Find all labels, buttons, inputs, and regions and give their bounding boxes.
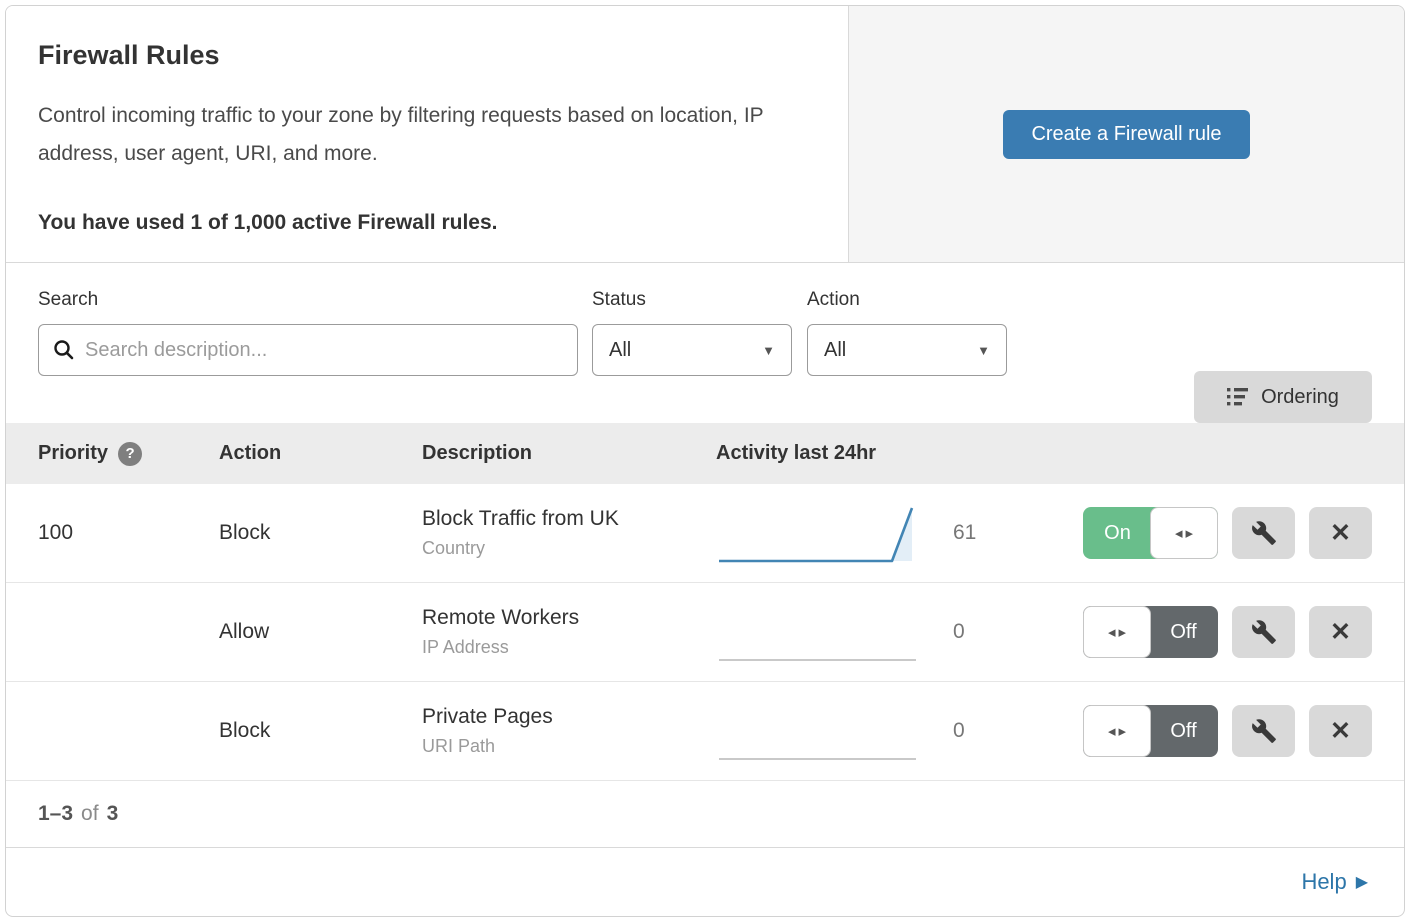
rule-match-type: IP Address <box>422 637 716 658</box>
rule-enabled-toggle[interactable]: ◂ ▸ Off <box>1083 606 1218 658</box>
search-label: Search <box>38 289 578 311</box>
close-icon: ✕ <box>1330 716 1351 746</box>
wrench-icon <box>1251 520 1277 546</box>
arrow-right-icon: ▶ <box>1356 872 1368 892</box>
activity-count: 0 <box>953 620 993 644</box>
page-description: Control incoming traffic to your zone by… <box>38 97 808 173</box>
table-row: 100 Block Block Traffic from UK Country … <box>6 484 1404 583</box>
action-value: All <box>824 339 846 362</box>
pagination-total: 3 <box>107 802 119 826</box>
column-priority: Priority ? <box>38 442 219 466</box>
edit-rule-button[interactable] <box>1232 507 1295 559</box>
delete-rule-button[interactable]: ✕ <box>1309 705 1372 757</box>
description-cell: Block Traffic from UK Country <box>422 507 716 559</box>
edit-rule-button[interactable] <box>1232 606 1295 658</box>
close-icon: ✕ <box>1330 617 1351 647</box>
header-action-panel: Create a Firewall rule <box>849 6 1404 262</box>
priority-help-icon[interactable]: ? <box>118 442 142 466</box>
delete-rule-button[interactable]: ✕ <box>1309 606 1372 658</box>
activity-cell: 0 <box>716 700 993 762</box>
help-link[interactable]: Help ▶ <box>1301 869 1368 895</box>
ordering-button[interactable]: Ordering <box>1194 371 1372 423</box>
action-cell: Block <box>219 521 422 545</box>
status-group: Status All ▼ <box>592 289 792 423</box>
ordered-list-icon <box>1227 387 1249 407</box>
action-group: Action All ▼ <box>807 289 1007 423</box>
priority-cell: 100 <box>38 521 219 545</box>
arrow-right-icon: ▸ <box>1186 526 1194 541</box>
close-icon: ✕ <box>1330 518 1351 548</box>
activity-count: 0 <box>953 719 993 743</box>
help-link-label: Help <box>1301 869 1346 895</box>
arrow-left-icon: ◂ <box>1108 724 1116 739</box>
chevron-down-icon: ▼ <box>762 343 775 358</box>
description-cell: Remote Workers IP Address <box>422 606 716 658</box>
rule-description: Private Pages <box>422 705 716 729</box>
toggle-handle[interactable]: ◂ ▸ <box>1150 507 1218 559</box>
rule-description: Remote Workers <box>422 606 716 630</box>
wrench-icon <box>1251 619 1277 645</box>
column-activity: Activity last 24hr <box>716 442 876 465</box>
header-section: Firewall Rules Control incoming traffic … <box>6 6 1404 263</box>
activity-sparkline <box>716 502 921 564</box>
toggle-handle[interactable]: ◂ ▸ <box>1083 705 1151 757</box>
rule-enabled-toggle[interactable]: On ◂ ▸ <box>1083 507 1218 559</box>
activity-sparkline <box>716 601 921 663</box>
activity-count: 61 <box>953 521 993 545</box>
pagination-range: 1–3 <box>38 802 73 826</box>
rule-match-type: URI Path <box>422 736 716 757</box>
chevron-down-icon: ▼ <box>977 343 990 358</box>
toggle-state-label: Off <box>1149 705 1218 757</box>
pagination-bar: 1–3 of 3 <box>6 781 1404 848</box>
action-select[interactable]: All ▼ <box>807 324 1007 376</box>
page-title: Firewall Rules <box>38 40 808 71</box>
column-action: Action <box>219 442 422 465</box>
usage-note: You have used 1 of 1,000 active Firewall… <box>38 211 808 235</box>
toggle-state-label: Off <box>1149 606 1218 658</box>
status-label: Status <box>592 289 792 311</box>
rule-description: Block Traffic from UK <box>422 507 716 531</box>
toggle-state-label: On <box>1083 507 1152 559</box>
pagination-of-label: of <box>81 802 99 826</box>
activity-cell: 0 <box>716 601 993 663</box>
ordering-button-label: Ordering <box>1261 386 1339 409</box>
search-icon <box>53 339 75 361</box>
ordering-wrap: Ordering <box>1194 289 1372 423</box>
column-description: Description <box>422 442 716 465</box>
arrow-left-icon: ◂ <box>1108 625 1116 640</box>
arrow-right-icon: ▸ <box>1119 724 1127 739</box>
action-label: Action <box>807 289 1007 311</box>
row-controls: On ◂ ▸ ✕ <box>1083 507 1372 559</box>
rule-match-type: Country <box>422 538 716 559</box>
table-row: Block Private Pages URI Path 0 ◂ ▸ Off <box>6 682 1404 781</box>
table-row: Allow Remote Workers IP Address 0 ◂ ▸ Of… <box>6 583 1404 682</box>
help-bar: Help ▶ <box>6 848 1404 916</box>
activity-sparkline <box>716 700 921 762</box>
action-cell: Block <box>219 719 422 743</box>
search-box <box>38 324 578 376</box>
status-value: All <box>609 339 631 362</box>
status-select[interactable]: All ▼ <box>592 324 792 376</box>
table-header: Priority ? Action Description Activity l… <box>6 423 1404 484</box>
delete-rule-button[interactable]: ✕ <box>1309 507 1372 559</box>
wrench-icon <box>1251 718 1277 744</box>
create-firewall-rule-button[interactable]: Create a Firewall rule <box>1003 110 1249 159</box>
row-controls: ◂ ▸ Off ✕ <box>1083 606 1372 658</box>
filter-bar: Search Status All ▼ Action All ▼ <box>6 263 1404 423</box>
edit-rule-button[interactable] <box>1232 705 1295 757</box>
toggle-handle[interactable]: ◂ ▸ <box>1083 606 1151 658</box>
rule-enabled-toggle[interactable]: ◂ ▸ Off <box>1083 705 1218 757</box>
search-input[interactable] <box>85 339 563 362</box>
row-controls: ◂ ▸ Off ✕ <box>1083 705 1372 757</box>
arrow-right-icon: ▸ <box>1119 625 1127 640</box>
header-text-panel: Firewall Rules Control incoming traffic … <box>6 6 849 262</box>
column-priority-label: Priority <box>38 442 108 465</box>
firewall-rules-card: Firewall Rules Control incoming traffic … <box>5 5 1405 917</box>
arrow-left-icon: ◂ <box>1175 526 1183 541</box>
search-group: Search <box>38 289 578 423</box>
action-cell: Allow <box>219 620 422 644</box>
description-cell: Private Pages URI Path <box>422 705 716 757</box>
activity-cell: 61 <box>716 502 993 564</box>
